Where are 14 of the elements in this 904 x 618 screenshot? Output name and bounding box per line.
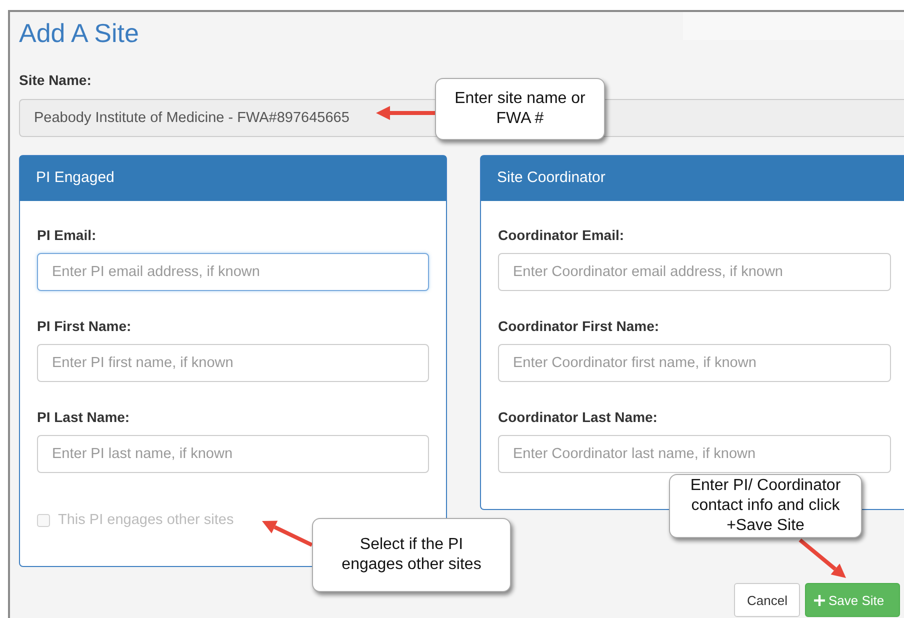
field-label: Coordinator Last Name: — [498, 409, 658, 425]
page-title: Add A Site — [19, 17, 139, 50]
field-label: Coordinator Email: — [498, 227, 624, 243]
field-label: Coordinator First Name: — [498, 318, 660, 334]
panel-header: Site Coordinator — [481, 156, 904, 201]
panel-header: PI Engaged — [20, 156, 446, 201]
callout-tooltip: Enter site name or FWA # — [435, 78, 605, 140]
callout-tooltip: Enter PI/ Coordinator contact info and click +Save Site — [669, 474, 862, 538]
checkbox-label: This PI engages other sites — [58, 512, 234, 528]
field-label: PI First Name: — [37, 318, 132, 334]
field-label: Site Name: — [19, 72, 92, 88]
field-label: PI Last Name: — [37, 409, 130, 425]
callout-tooltip: Select if the PI engages other sites — [312, 518, 511, 592]
field-label: PI Email: — [37, 227, 96, 243]
